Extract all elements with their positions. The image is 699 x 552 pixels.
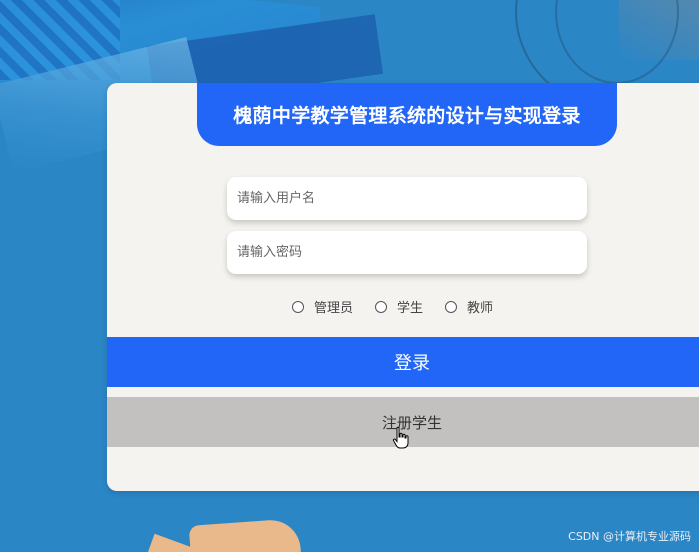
hand-pointer-icon (392, 426, 409, 449)
role-option-admin[interactable]: 管理员 (292, 297, 353, 316)
username-field-wrapper (227, 177, 587, 220)
background-shape (188, 518, 302, 552)
role-label-admin: 管理员 (314, 301, 354, 316)
login-title: 槐荫中学教学管理系统的设计与实现登录 (197, 83, 617, 146)
radio-icon[interactable] (375, 300, 388, 313)
username-input[interactable] (227, 177, 587, 220)
login-button[interactable]: 登录 (107, 337, 699, 387)
role-label-teacher: 教师 (467, 301, 494, 316)
role-selector: 管理员 学生 教师 (292, 297, 515, 316)
radio-icon[interactable] (445, 300, 458, 313)
role-label-student: 学生 (397, 301, 424, 316)
password-field-wrapper (227, 231, 587, 274)
role-option-student[interactable]: 学生 (375, 297, 423, 316)
radio-icon[interactable] (292, 300, 304, 313)
role-option-teacher[interactable]: 教师 (445, 297, 493, 316)
background-shape (147, 533, 193, 552)
watermark: CSDN @计算机专业源码 (568, 530, 691, 543)
password-input[interactable] (227, 231, 587, 274)
